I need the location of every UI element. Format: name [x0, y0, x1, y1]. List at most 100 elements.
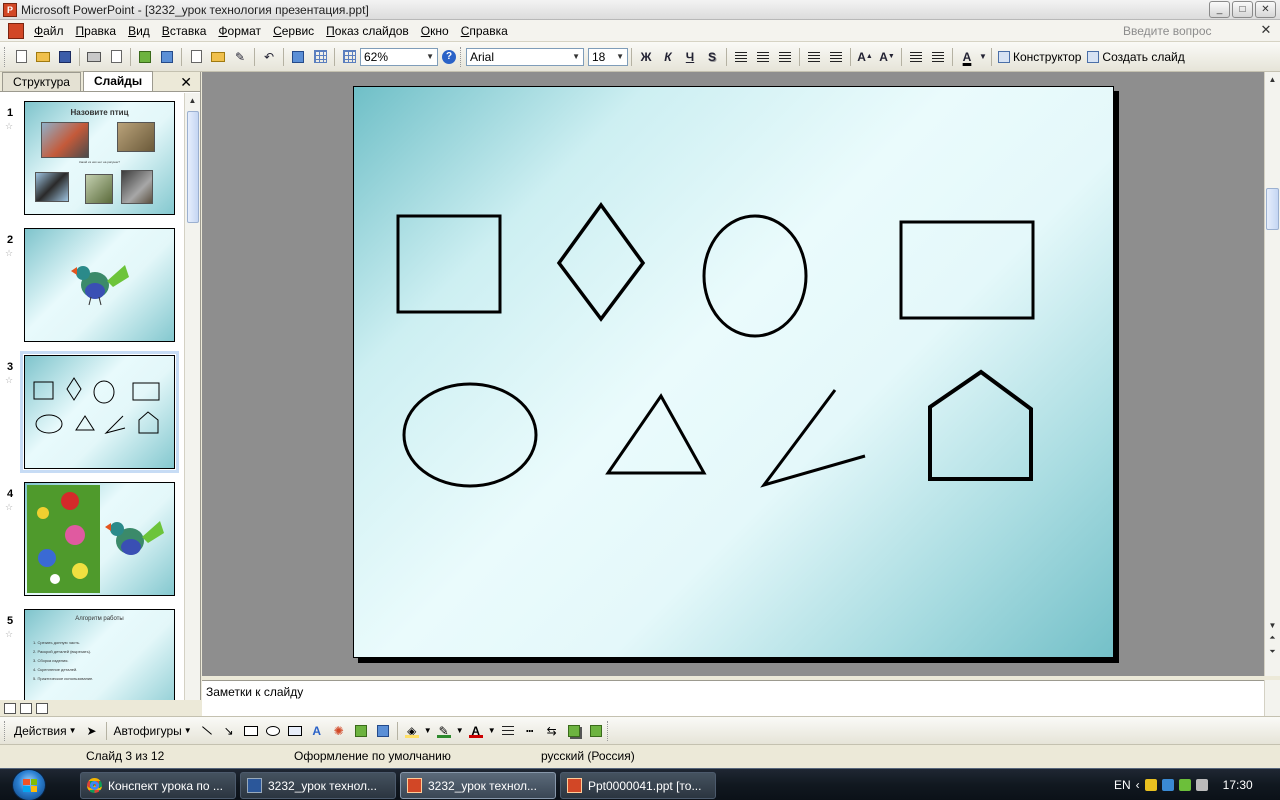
- close-document-button[interactable]: ✕: [1258, 22, 1274, 38]
- select-pointer-icon[interactable]: ➤: [82, 721, 102, 741]
- increase-font-icon[interactable]: A ▲: [855, 47, 875, 67]
- fill-color-icon[interactable]: ◈: [402, 721, 422, 741]
- insert-picture-icon[interactable]: [373, 721, 393, 741]
- taskbar-item[interactable]: 3232_урок технол...: [400, 772, 556, 799]
- arrow-style-icon[interactable]: ⇆: [542, 721, 562, 741]
- wordart-tool-icon[interactable]: A: [307, 721, 327, 741]
- current-slide[interactable]: [353, 86, 1114, 658]
- insert-table-icon[interactable]: [310, 47, 330, 67]
- menu-slideshow[interactable]: Показ слайдов: [320, 21, 415, 41]
- dash-style-icon[interactable]: ┅: [520, 721, 540, 741]
- line-color-icon[interactable]: ✎: [434, 721, 454, 741]
- font-size-select[interactable]: 18 ▼: [588, 47, 628, 66]
- 3d-style-icon[interactable]: [586, 721, 606, 741]
- scroll-up-icon[interactable]: ▲: [1266, 74, 1279, 86]
- increase-indent-icon[interactable]: [928, 47, 948, 67]
- taskbar-item[interactable]: Ppt0000041.ppt [то...: [560, 772, 716, 799]
- slide-sorter-icon[interactable]: [20, 702, 32, 714]
- ask-question-input[interactable]: Введите вопрос: [1120, 22, 1246, 40]
- textbox-tool-icon[interactable]: [285, 721, 305, 741]
- powerpoint-app-icon[interactable]: P: [3, 2, 17, 17]
- shadow-style-icon[interactable]: [564, 721, 584, 741]
- paste-icon[interactable]: [208, 47, 228, 67]
- diagram-tool-icon[interactable]: ✺: [329, 721, 349, 741]
- show-grid-icon[interactable]: [339, 47, 359, 67]
- chevron-down-icon[interactable]: ▼: [979, 47, 987, 67]
- arrow-tool-icon[interactable]: ↘: [219, 721, 239, 741]
- taskbar-item[interactable]: 3232_урок технол...: [240, 772, 396, 799]
- print-icon[interactable]: [84, 47, 104, 67]
- menu-tools[interactable]: Сервис: [267, 21, 320, 41]
- chevron-down-icon[interactable]: ▼: [456, 721, 464, 741]
- language-indicator[interactable]: EN: [1114, 778, 1131, 792]
- line-tool-icon[interactable]: [197, 721, 217, 741]
- new-slide-button[interactable]: Создать слайд: [1084, 50, 1187, 64]
- status-design-template[interactable]: Оформление по умолчанию: [294, 749, 451, 763]
- slide-thumbnail-5[interactable]: Алгоритм работы 1. Срезать донную часть.…: [24, 609, 175, 700]
- maximize-button[interactable]: □: [1232, 1, 1253, 18]
- network-icon[interactable]: [1161, 779, 1174, 791]
- close-pane-icon[interactable]: ✕: [180, 73, 192, 91]
- slide-thumbnail-2[interactable]: [24, 228, 175, 342]
- undo-icon[interactable]: ↶: [259, 47, 279, 67]
- close-window-button[interactable]: ✕: [1255, 1, 1276, 18]
- security-shield-icon[interactable]: [1144, 779, 1157, 791]
- underline-button[interactable]: Ч: [680, 47, 700, 67]
- decrease-indent-icon[interactable]: [906, 47, 926, 67]
- align-right-icon[interactable]: [775, 47, 795, 67]
- toolbar-grip[interactable]: [606, 720, 610, 741]
- print-preview-icon[interactable]: [106, 47, 126, 67]
- format-painter-icon[interactable]: ✎: [230, 47, 250, 67]
- notes-pane[interactable]: Заметки к слайду: [202, 680, 1264, 716]
- italic-button[interactable]: К: [658, 47, 678, 67]
- menu-window[interactable]: Окно: [415, 21, 455, 41]
- designer-button[interactable]: Конструктор: [995, 50, 1084, 64]
- line-style-icon[interactable]: [498, 721, 518, 741]
- chevron-down-icon[interactable]: ▼: [488, 721, 496, 741]
- menu-insert[interactable]: Вставка: [156, 21, 213, 41]
- scroll-up-icon[interactable]: ▲: [186, 95, 199, 107]
- previous-slide-icon[interactable]: ⏶: [1266, 632, 1279, 644]
- toolbar-grip[interactable]: [4, 720, 7, 741]
- toolbar-grip[interactable]: [460, 46, 463, 67]
- slide-thumbnail-4[interactable]: [24, 482, 175, 596]
- normal-view-icon[interactable]: [4, 702, 16, 714]
- scroll-down-icon[interactable]: ▼: [1266, 620, 1279, 632]
- font-color-draw-icon[interactable]: A: [466, 721, 486, 741]
- next-slide-icon[interactable]: ⏷: [1266, 646, 1279, 658]
- open-folder-icon[interactable]: [33, 47, 53, 67]
- bulleted-list-icon[interactable]: [826, 47, 846, 67]
- menu-help[interactable]: Справка: [455, 21, 514, 41]
- numbered-list-icon[interactable]: [804, 47, 824, 67]
- slide-thumbnail-3[interactable]: [20, 351, 179, 473]
- slides-scrollbar[interactable]: ▲: [184, 93, 200, 700]
- font-color-icon[interactable]: A: [957, 47, 977, 67]
- help-icon[interactable]: ?: [439, 47, 459, 67]
- chevron-down-icon[interactable]: ▼: [424, 721, 432, 741]
- oval-tool-icon[interactable]: [263, 721, 283, 741]
- clock[interactable]: 17:30: [1223, 778, 1253, 792]
- shadow-button[interactable]: S: [702, 47, 722, 67]
- scrollbar-thumb[interactable]: [1266, 188, 1279, 230]
- clipart-tool-icon[interactable]: [351, 721, 371, 741]
- volume-icon[interactable]: [1195, 779, 1208, 791]
- menu-edit[interactable]: Правка: [70, 21, 123, 41]
- minimize-button[interactable]: _: [1209, 1, 1230, 18]
- spelling-icon[interactable]: [135, 47, 155, 67]
- taskbar-item[interactable]: Конспект урока по ...: [80, 772, 236, 799]
- tab-slides[interactable]: Слайды: [82, 71, 154, 91]
- document-icon[interactable]: [8, 22, 24, 39]
- align-left-icon[interactable]: [731, 47, 751, 67]
- copy-icon[interactable]: [186, 47, 206, 67]
- notes-scrollbar[interactable]: [1264, 680, 1280, 716]
- align-center-icon[interactable]: [753, 47, 773, 67]
- decrease-font-icon[interactable]: A ▼: [877, 47, 897, 67]
- menu-file[interactable]: Файл: [28, 21, 70, 41]
- research-icon[interactable]: [157, 47, 177, 67]
- tab-outline[interactable]: Структура: [2, 72, 81, 91]
- insert-chart-icon[interactable]: [288, 47, 308, 67]
- autoshapes-menu[interactable]: Автофигуры ▼: [110, 724, 196, 738]
- font-select[interactable]: Arial ▼: [466, 47, 584, 66]
- slide-thumbnail-1[interactable]: Назовите птиц Какой из них нет на рисунк…: [24, 101, 175, 215]
- tray-expand-icon[interactable]: ‹: [1136, 778, 1140, 792]
